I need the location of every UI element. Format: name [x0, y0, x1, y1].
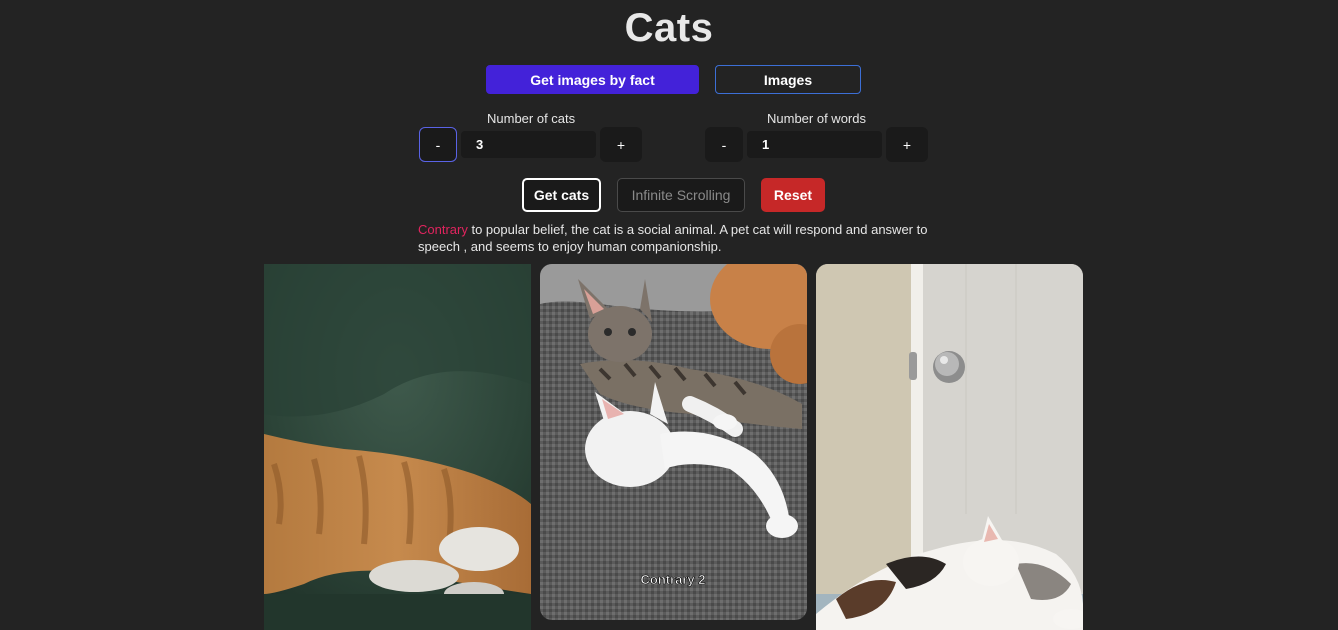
cat-fact-text: Contrary to popular belief, the cat is a…	[418, 221, 938, 255]
reset-button[interactable]: Reset	[761, 178, 825, 212]
image-caption: Contrary 2	[640, 572, 705, 587]
cat-photo-calico	[816, 264, 1083, 630]
infinite-scrolling-button[interactable]: Infinite Scrolling	[617, 178, 745, 212]
cat-photo-orange	[264, 264, 531, 630]
words-decrement-button[interactable]: -	[705, 127, 743, 162]
get-cats-button[interactable]: Get cats	[522, 178, 601, 212]
words-increment-button[interactable]: +	[886, 127, 928, 162]
number-of-words-input[interactable]: 1	[747, 131, 882, 158]
cat-photo-kittens: Contrary 2	[540, 264, 807, 620]
number-of-words-label: Number of words	[767, 111, 866, 126]
fact-body: to popular belief, the cat is a social a…	[418, 222, 928, 254]
cat-image-2[interactable]: Contrary 2	[540, 264, 807, 620]
cat-image-1[interactable]	[264, 264, 531, 630]
page-title: Cats	[624, 6, 714, 50]
cats-increment-button[interactable]: +	[600, 127, 642, 162]
images-button[interactable]: Images	[715, 65, 861, 94]
cats-decrement-button[interactable]: -	[419, 127, 457, 162]
number-of-cats-label: Number of cats	[487, 111, 576, 126]
number-of-cats-input[interactable]: 3	[461, 131, 596, 158]
get-images-by-fact-button[interactable]: Get images by fact	[486, 65, 699, 94]
cat-image-3[interactable]	[816, 264, 1083, 630]
app-page: Cats Get images by fact Images Number of…	[0, 0, 1338, 630]
fact-highlight-word: Contrary	[418, 222, 468, 237]
